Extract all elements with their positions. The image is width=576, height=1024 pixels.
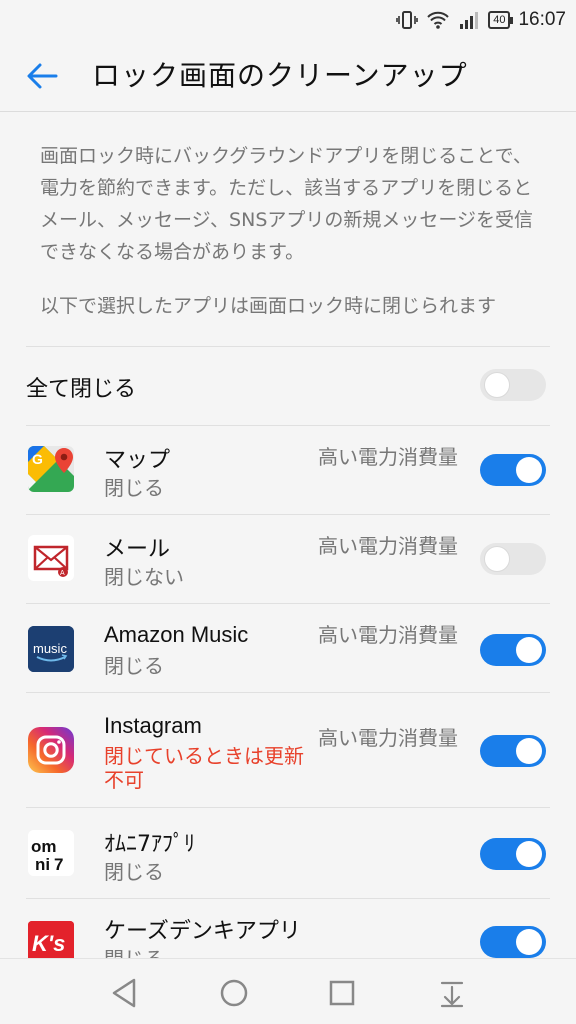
status-time: 16:07 (518, 9, 566, 30)
app-status-warning: 閉じているときは更新不可 (104, 744, 304, 792)
nav-notification-button[interactable] (432, 975, 472, 1011)
home-icon (220, 979, 248, 1007)
app-name: ケーズデンキアプリ (104, 919, 301, 944)
back-icon (112, 978, 136, 1008)
omni7-icon: om ni 7 (28, 830, 74, 876)
svg-text:7: 7 (54, 855, 63, 874)
arrow-left-icon (27, 63, 58, 89)
power-usage-label: 高い電力消費量 (318, 726, 458, 750)
power-usage-label: 高い電力消費量 (318, 534, 458, 558)
app-row-amazon-music[interactable]: music Amazon Music 閉じる 高い電力消費量 (0, 604, 576, 692)
google-maps-icon: G (28, 446, 74, 492)
recents-icon (329, 980, 355, 1006)
nav-recents-button[interactable] (322, 975, 362, 1011)
app-header: ロック画面のクリーンアップ (0, 40, 576, 112)
svg-text:A: A (60, 570, 65, 577)
svg-text:om: om (31, 837, 57, 856)
app-toggle[interactable] (480, 838, 546, 870)
app-row-instagram[interactable]: Instagram 閉じているときは更新不可 高い電力消費量 (0, 693, 576, 807)
description-text: 画面ロック時にバックグラウンドアプリを閉じることで、電力を節約できます。ただし、… (40, 145, 534, 263)
app-name: マップ (104, 448, 171, 473)
svg-text:G: G (32, 451, 43, 467)
app-status: 閉じる (104, 476, 164, 500)
app-row-maps[interactable]: G マップ 閉じる 高い電力消費量 (0, 426, 576, 514)
app-toggle[interactable] (480, 926, 546, 958)
wifi-icon (427, 11, 449, 29)
toggle-knob (516, 738, 542, 764)
app-toggle[interactable] (480, 634, 546, 666)
toggle-knob (484, 546, 510, 572)
app-status: 閉じる (104, 654, 164, 678)
notification-pull-icon (440, 981, 464, 1008)
vibrate-icon (396, 11, 419, 29)
app-name: メール (104, 537, 171, 562)
ksdenki-icon: K's (28, 921, 74, 959)
signal-icon (460, 12, 479, 29)
toggle-knob (516, 457, 542, 483)
toggle-knob (516, 929, 542, 955)
amazon-music-icon: music (28, 626, 74, 672)
svg-text:K's: K's (32, 931, 65, 956)
mail-icon: A (28, 535, 74, 581)
instagram-icon (28, 727, 74, 773)
close-all-row[interactable]: 全て閉じる (0, 347, 576, 425)
power-usage-label: 高い電力消費量 (318, 445, 458, 469)
selection-note: 以下で選択したアプリは画面ロック時に閉じられます (40, 295, 497, 317)
app-toggle[interactable] (480, 543, 546, 575)
status-bar: 40 16:07 (0, 0, 576, 40)
app-name: Instagram (104, 713, 202, 738)
app-row-omni7[interactable]: om ni 7 ｵﾑﾆ7ｱﾌﾟﾘ 閉じる (0, 808, 576, 898)
app-status: 閉じる (104, 860, 164, 884)
app-name: ｵﾑﾆ7ｱﾌﾟﾘ (104, 832, 195, 857)
nav-back-button[interactable] (104, 975, 144, 1011)
app-name: Amazon Music (104, 622, 249, 647)
app-toggle[interactable] (480, 735, 546, 767)
toggle-knob (484, 372, 510, 398)
close-all-label: 全て閉じる (26, 377, 137, 402)
app-toggle[interactable] (480, 454, 546, 486)
app-row-ksdenki[interactable]: K's ケーズデンキアプリ 閉じる (0, 899, 576, 959)
back-button[interactable] (24, 58, 64, 94)
power-usage-label: 高い電力消費量 (318, 623, 458, 647)
battery-indicator: 40 (488, 11, 514, 29)
navigation-bar (0, 958, 576, 1024)
app-status: 閉じない (104, 565, 184, 589)
toggle-knob (516, 637, 542, 663)
page-title: ロック画面のクリーンアップ (92, 59, 468, 92)
svg-text:ni: ni (35, 855, 50, 874)
close-all-toggle[interactable] (480, 369, 546, 401)
nav-home-button[interactable] (214, 975, 254, 1011)
amazon-music-icon-text: music (33, 641, 67, 656)
toggle-knob (516, 841, 542, 867)
app-row-mail[interactable]: A メール 閉じない 高い電力消費量 (0, 515, 576, 603)
